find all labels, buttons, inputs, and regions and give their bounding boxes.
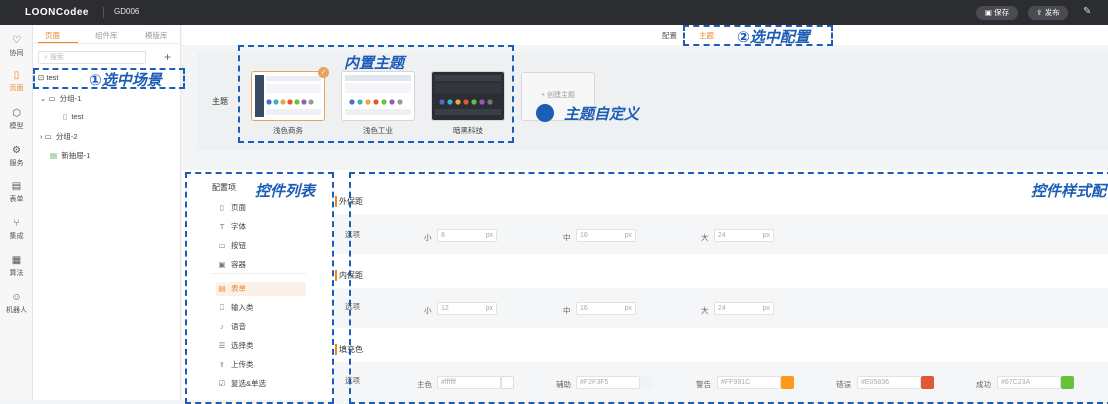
robot-icon: ☺	[11, 292, 22, 303]
annotation-box-control-list	[185, 172, 334, 404]
nav-item-form[interactable]: ▤ 表单	[0, 181, 33, 204]
folder-icon: ▭	[48, 94, 56, 103]
tree-item-group-1[interactable]: ⌄ ▭ 分组-1	[40, 93, 81, 104]
tree-item-drawer[interactable]: ▤ 新抽屉-1	[50, 150, 90, 161]
top-bar: LOONCodee GD006 ▣ 保存 ⇪ 发布 ✎	[0, 0, 1108, 25]
app-logo: LOONCodee	[25, 7, 89, 18]
add-button[interactable]: +	[164, 50, 171, 64]
theme-label: 主题	[212, 97, 228, 106]
tab-components[interactable]: 组件库	[95, 30, 118, 41]
upload-icon: ⇪	[1036, 8, 1043, 17]
algorithm-icon: ▦	[11, 255, 22, 266]
nav-item-collab[interactable]: ♡ 协同	[0, 35, 33, 58]
search-icon: ⌕	[44, 54, 48, 61]
nav-item-algorithm[interactable]: ▦ 算法	[0, 255, 33, 278]
chevron-right-icon: ›	[40, 132, 43, 141]
nav-item-service[interactable]: ⚙ 服务	[0, 145, 33, 168]
annotation-select-config: ②选中配置	[737, 29, 810, 46]
tree-item-test-page[interactable]: ▯ test	[63, 112, 83, 121]
annotation-dot	[536, 104, 554, 122]
publish-button[interactable]: ⇪ 发布	[1028, 6, 1068, 20]
annotation-select-scene: ①选中场景	[89, 72, 162, 89]
page-icon: ▯	[13, 70, 20, 81]
tab-pages[interactable]: 页面	[45, 30, 60, 41]
project-name: GD006	[114, 7, 140, 16]
nav-item-integration[interactable]: ⑂ 集成	[0, 218, 33, 241]
nav-item-robot[interactable]: ☺ 机器人	[0, 292, 33, 315]
form-icon: ▤	[11, 181, 22, 192]
divider	[103, 7, 104, 18]
cube-icon: ⬡	[12, 108, 21, 119]
drawer-icon: ▤	[50, 151, 58, 160]
page-icon: ▯	[63, 112, 68, 121]
tree-item-group-2[interactable]: › ▭ 分组-2	[40, 131, 78, 142]
annotation-custom-theme: 主题自定义	[564, 106, 640, 123]
annotation-control-list: 控件列表	[255, 183, 316, 200]
collab-icon: ♡	[12, 35, 21, 46]
divider	[33, 43, 181, 44]
annotation-control-style: 控件样式配	[1031, 183, 1107, 200]
annotation-box-control-style	[349, 172, 1108, 404]
folder-icon: ▭	[44, 132, 52, 141]
search-input[interactable]: ⌕ 搜索	[38, 51, 146, 64]
tab-templates[interactable]: 模版库	[145, 30, 168, 41]
integration-icon: ⑂	[13, 218, 20, 229]
nav-item-model[interactable]: ⬡ 模型	[0, 108, 33, 131]
wrench-icon[interactable]: ✎	[1083, 6, 1091, 17]
save-button[interactable]: ▣ 保存	[976, 6, 1018, 20]
config-tab-bar	[182, 25, 1108, 45]
service-icon: ⚙	[12, 145, 21, 156]
left-nav: ♡ 协同 ▯ 页面 ⬡ 模型 ⚙ 服务 ▤ 表单 ⑂ 集成 ▦ 算法 ☺ 机器人	[0, 25, 33, 400]
nav-item-page[interactable]: ▯ 页面	[0, 70, 33, 93]
annotation-builtin-theme: 内置主题	[344, 55, 405, 72]
chevron-down-icon: ⌄	[40, 94, 47, 103]
tab-config[interactable]: 配置	[662, 30, 677, 41]
save-icon: ▣	[984, 8, 992, 17]
